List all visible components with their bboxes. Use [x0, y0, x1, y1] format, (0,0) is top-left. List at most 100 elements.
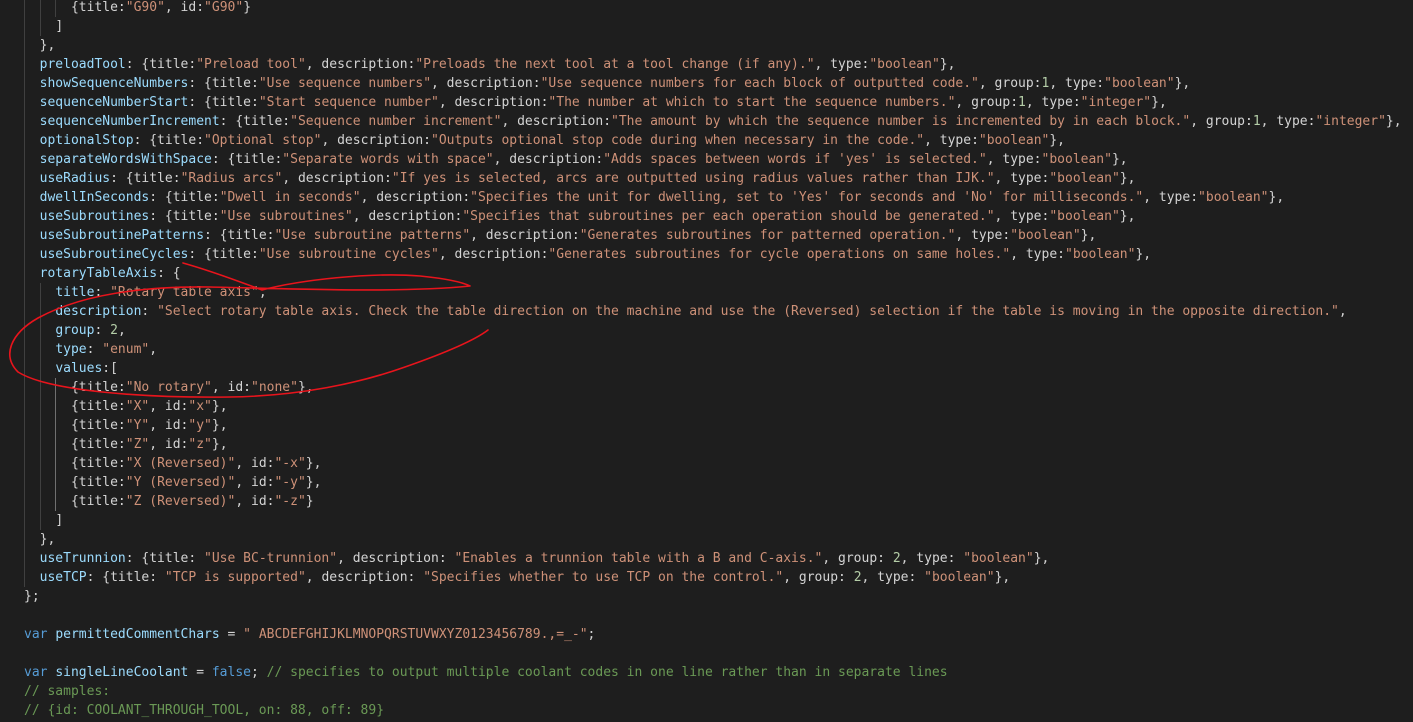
code-token: "Select rotary table axis. Check the tab… [157, 304, 1339, 319]
code-token: , type: [955, 228, 1011, 243]
code-token: "The number at which to start the sequen… [548, 95, 956, 110]
code-token: "Enables a trunnion table with a B and C… [454, 551, 823, 566]
code-line[interactable]: title: "Rotary table axis", [55, 283, 266, 302]
code-token: useSubroutinePatterns [39, 228, 205, 243]
code-line[interactable]: {title:"G90", id:"G90"} [71, 0, 251, 17]
code-line[interactable]: // samples: [24, 682, 110, 701]
code-token: ; [251, 665, 267, 680]
code-line[interactable]: var singleLineCoolant = false; // specif… [24, 663, 948, 682]
code-token: , id: [211, 380, 251, 395]
code-token: , type: [1010, 247, 1065, 262]
code-line[interactable]: {title:"Z", id:"z"}, [71, 435, 228, 454]
code-line[interactable]: useTrunnion: {title: "Use BC-trunnion", … [40, 549, 1050, 568]
code-editor[interactable]: {title:"G90", id:"G90"}]}, preloadTool: {… [0, 0, 1413, 722]
code-token: "boolean" [1065, 247, 1136, 262]
code-line[interactable]: rotaryTableAxis: { [40, 264, 181, 283]
code-token: "none" [251, 380, 298, 395]
code-token: : {title: [188, 76, 259, 91]
code-line[interactable]: ] [55, 17, 63, 36]
code-token: "y" [188, 418, 212, 433]
code-line[interactable]: dwellInSeconds: {title:"Dwell in seconds… [40, 188, 1285, 207]
code-token: , [149, 342, 158, 357]
code-token: "If yes is selected, arcs are outputted … [391, 171, 995, 186]
code-token: , description: [470, 228, 580, 243]
code-line[interactable]: sequenceNumberIncrement: {title:"Sequenc… [40, 112, 1402, 131]
code-token: "Adds spaces between words if 'yes' is s… [603, 152, 987, 167]
code-token: : {title: [125, 551, 205, 566]
code-token: }, [211, 418, 228, 433]
code-line[interactable]: useSubroutinePatterns: {title:"Use subro… [40, 226, 1097, 245]
code-line[interactable]: useSubroutines: {title:"Use subroutines"… [40, 207, 1136, 226]
code-token: 2 [892, 551, 901, 566]
code-token: ] [55, 513, 64, 528]
indent-guide [55, 0, 57, 17]
code-token: description [55, 304, 142, 319]
code-token: "G90" [204, 0, 244, 15]
code-token: "TCP is supported" [164, 570, 306, 585]
code-token: , description: [305, 570, 424, 585]
code-token: ; [587, 627, 596, 642]
code-line[interactable]: preloadTool: {title:"Preload tool", desc… [40, 55, 956, 74]
code-line[interactable]: values:[ [55, 359, 118, 378]
code-line[interactable]: {title:"Y (Reversed)", id:"-y"}, [71, 473, 321, 492]
code-line[interactable]: }, [40, 530, 56, 549]
code-token: }, [297, 380, 314, 395]
code-line[interactable]: optionalStop: {title:"Optional stop", de… [40, 131, 1065, 150]
code-token: : {title: [188, 95, 259, 110]
code-line[interactable]: // {id: COOLANT_THROUGH_TOOL, on: 88, of… [24, 701, 384, 720]
code-token: "x" [188, 399, 212, 414]
code-token: " ABCDEFGHIJKLMNOPQRSTUVWXYZ0123456789.,… [243, 627, 588, 642]
code-line[interactable]: useSubroutineCycles: {title:"Use subrout… [40, 245, 1151, 264]
code-token: // specifies to output multiple coolant … [266, 665, 948, 680]
code-line[interactable]: }; [24, 587, 40, 606]
code-token: {title: [70, 380, 126, 395]
code-token: , group: [978, 76, 1042, 91]
code-token: : [141, 304, 158, 319]
code-token: // samples: [24, 684, 111, 699]
code-token: "Preloads the next tool at a tool change… [415, 57, 815, 72]
code-token: , type: [1049, 76, 1105, 91]
code-token: "boolean" [1041, 152, 1112, 167]
code-token: 2 [853, 570, 862, 585]
code-token: "Dwell in seconds" [219, 190, 361, 205]
code-line[interactable]: separateWordsWithSpace: {title:"Separate… [40, 150, 1128, 169]
code-line[interactable]: useTCP: {title: "TCP is supported", desc… [40, 568, 1011, 587]
code-token: , description: [438, 95, 549, 110]
code-token: : [94, 285, 111, 300]
code-token: , type: [1025, 95, 1081, 110]
code-token: : {title: [188, 247, 259, 262]
code-token: "Use subroutine cycles" [258, 247, 439, 262]
code-line[interactable]: {title:"X", id:"x"}, [71, 397, 228, 416]
code-token: var [24, 627, 48, 642]
code-line[interactable]: ] [55, 511, 63, 530]
code-token: }, [39, 38, 56, 53]
code-line[interactable]: var permittedCommentChars = " ABCDEFGHIJ… [24, 625, 595, 644]
code-token: "Y (Reversed)" [125, 475, 236, 490]
code-token: }, [211, 399, 228, 414]
code-line[interactable]: {title:"X (Reversed)", id:"-x"}, [71, 454, 321, 473]
code-line[interactable]: showSequenceNumbers: {title:"Use sequenc… [40, 74, 1191, 93]
code-token: 1 [1252, 114, 1261, 129]
code-line[interactable]: group: 2, [55, 321, 125, 340]
code-token: , [117, 323, 126, 338]
code-line[interactable]: {title:"Z (Reversed)", id:"-z"} [71, 492, 314, 511]
code-token: , type: [1143, 190, 1199, 205]
code-token: "Specifies that subroutines per each ope… [462, 209, 995, 224]
code-token: }, [1268, 190, 1285, 205]
code-line[interactable]: {title:"Y", id:"y"}, [71, 416, 228, 435]
code-token: }, [1385, 114, 1402, 129]
code-token: "boolean" [869, 57, 940, 72]
code-line[interactable]: useRadius: {title:"Radius arcs", descrip… [40, 169, 1136, 188]
code-line[interactable]: description: "Select rotary table axis. … [55, 302, 1346, 321]
code-line[interactable]: sequenceNumberStart: {title:"Start seque… [40, 93, 1167, 112]
code-token: , description: [305, 57, 416, 72]
code-token: "Use BC-trunnion" [204, 551, 338, 566]
code-line[interactable]: }, [40, 36, 56, 55]
code-token: , group: [822, 551, 893, 566]
code-token: , type: [986, 152, 1042, 167]
code-line[interactable]: {title:"No rotary", id:"none"}, [71, 378, 314, 397]
code-token: 2 [110, 323, 118, 338]
code-line[interactable]: type: "enum", [55, 340, 157, 359]
code-token: "Use sequence numbers" [258, 76, 432, 91]
code-token: "X" [125, 399, 150, 414]
